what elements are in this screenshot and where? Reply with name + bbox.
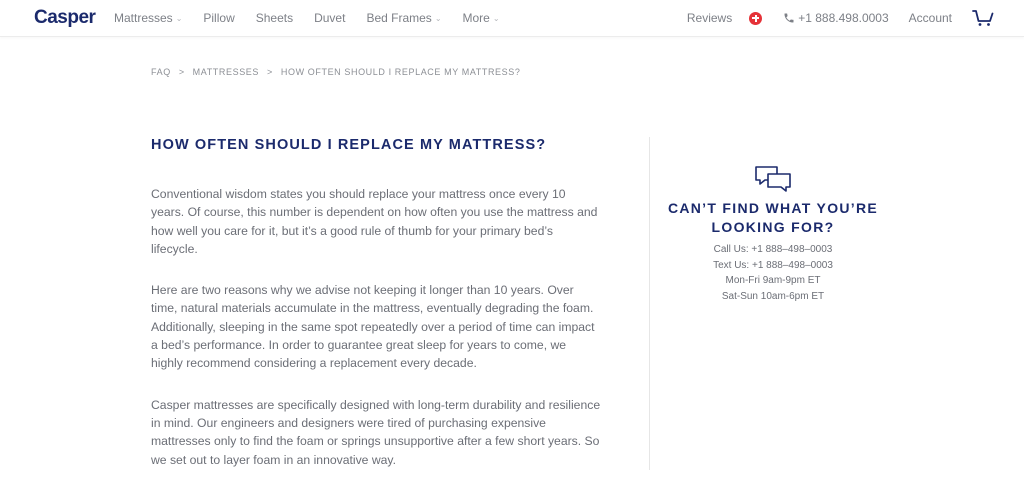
canada-flag-icon[interactable] [749,11,763,25]
reviews-link[interactable]: Reviews [687,11,732,25]
nav-item-duvet[interactable]: Duvet [314,11,345,25]
help-hours-weekend: Sat-Sun 10am-6pm ET [721,291,825,303]
phone-number: +1 888.498.0003 [798,11,889,25]
breadcrumb-faq[interactable]: FAQ [151,67,171,77]
help-call-line[interactable]: Call Us: +1 888–498–0003 [650,242,896,258]
breadcrumb-separator: > [178,67,185,77]
breadcrumb-mattresses[interactable]: MATTRESSES [193,67,259,77]
casper-logo[interactable]: Casper [34,7,96,29]
nav-item-mattresses[interactable]: Mattresses ⌄ [114,11,182,25]
article-paragraph: Casper mattresses are specifically desig… [151,397,601,467]
help-title: CAN’T FIND WHAT YOU’RE LOOKING FOR? [667,200,879,235]
help-text-line[interactable]: Text Us: +1 888–498–0003 [650,258,896,274]
nav-item-label: Pillow [203,11,235,25]
chat-bubbles-icon [755,166,791,192]
breadcrumb-separator: > [267,67,273,77]
nav-item-label: More [462,11,490,25]
account-link[interactable]: Account [909,11,952,25]
breadcrumb-current: HOW OFTEN SHOULD I REPLACE MY MATTRESS? [280,67,521,77]
nav-item-label: Sheets [255,11,294,25]
help-panel: CAN’T FIND WHAT YOU’RE LOOKING FOR? Call… [650,165,896,305]
phone-icon [784,13,794,23]
nav-item-label: Mattresses [114,11,173,25]
phone-link[interactable]: +1 888.498.0003 [783,11,889,25]
article-paragraph: Conventional wisdom states you should re… [151,187,598,256]
top-navigation-bar: Casper Mattresses ⌄ Pillow Sheets Duvet … [0,0,1024,37]
page-title: HOW OFTEN SHOULD I REPLACE MY MATTRESS? [151,137,547,153]
cart-icon[interactable] [972,9,994,27]
nav-item-more[interactable]: More ⌄ [463,11,500,25]
nav-item-sheets[interactable]: Sheets [256,11,293,25]
help-hours-weekday: Mon-Fri 9am-9pm ET [725,275,821,287]
chevron-down-icon: ⌄ [492,13,500,23]
main-nav: Mattresses ⌄ Pillow Sheets Duvet Bed Fra… [114,0,521,36]
chevron-down-icon: ⌄ [175,13,183,23]
nav-item-label: Bed Frames [366,11,432,25]
nav-item-pillow[interactable]: Pillow [203,11,234,25]
header-utilities: Reviews +1 888.498.0003 Account [687,0,994,36]
nav-item-label: Duvet [314,11,346,25]
article-body: Conventional wisdom states you should re… [151,185,601,492]
nav-item-bed-frames[interactable]: Bed Frames ⌄ [366,11,441,25]
breadcrumb: FAQ > MATTRESSES > HOW OFTEN SHOULD I RE… [151,67,520,77]
chevron-down-icon: ⌄ [434,13,442,23]
article-paragraph: Here are two reasons why we advise not k… [151,283,595,371]
